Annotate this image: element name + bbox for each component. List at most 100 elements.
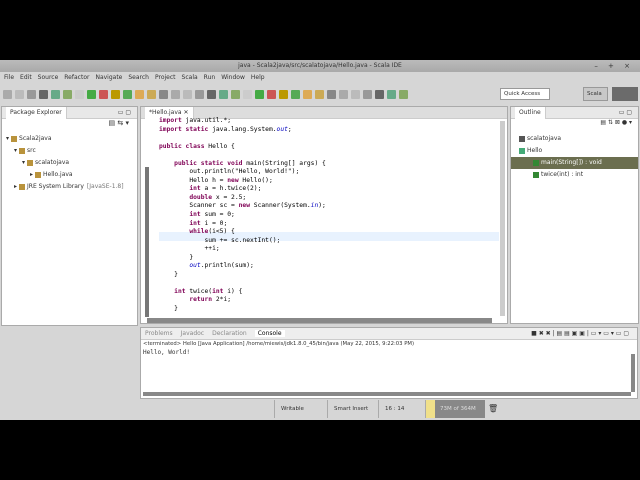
toolbar-button-icon[interactable] [255, 89, 264, 99]
tree-item[interactable]: ▸ JRE System Library [JavaSE-1.8] [6, 181, 137, 193]
minimize-maximize-icons[interactable]: ▭ ▢ [619, 107, 632, 119]
heap-status[interactable]: 73M of 364M [425, 400, 485, 418]
vertical-scrollbar[interactable] [500, 121, 505, 316]
tab-declaration[interactable]: Declaration [212, 330, 247, 337]
outline-toolbar[interactable]: ▤ ⇅ ⊠ ● ▾ [511, 119, 638, 133]
menu-window[interactable]: Window [221, 72, 245, 83]
perspective-java-button[interactable] [612, 87, 638, 101]
minimize-maximize-icons[interactable]: ▭ ▢ [118, 107, 131, 119]
horizontal-scrollbar[interactable] [147, 318, 492, 323]
toolbar-button-icon[interactable] [159, 89, 168, 99]
menu-refactor[interactable]: Refactor [64, 72, 89, 83]
toolbar-button-icon[interactable] [3, 89, 12, 99]
member-icon [533, 171, 539, 178]
code-line: int twice(int i) { [174, 287, 243, 295]
toolbar-button-icon[interactable] [267, 89, 276, 99]
toolbar-button-icon[interactable] [243, 89, 252, 99]
menu-search[interactable]: Search [128, 72, 149, 83]
outline-item-label: scalatojava [527, 135, 562, 142]
trash-icon[interactable]: 🗑 [488, 400, 498, 418]
console-output[interactable]: Hello, World! [141, 349, 637, 356]
toolbar-button-icon[interactable] [351, 89, 360, 99]
toolbar-button-icon[interactable] [123, 89, 132, 99]
toolbar-button-icon[interactable] [171, 89, 180, 99]
code-line: out.println("Hello, World!"); [159, 168, 300, 176]
menu-navigate[interactable]: Navigate [95, 72, 122, 83]
menu-help[interactable]: Help [251, 72, 265, 83]
toolbar-button-icon[interactable] [111, 89, 120, 99]
toolbar-button-icon[interactable] [195, 89, 204, 99]
toolbar-button-icon[interactable] [363, 89, 372, 99]
tab-console[interactable]: Console [254, 330, 285, 337]
explorer-toolbar[interactable]: ▤ ⇆ ▾ [2, 119, 137, 133]
code-text[interactable]: import java.util.*; import static java.la… [159, 117, 326, 314]
menu-project[interactable]: Project [155, 72, 176, 83]
toolbar-button-icon[interactable] [231, 89, 240, 99]
code-line: import static java.lang.System.out; [159, 125, 292, 133]
toolbar-button-icon[interactable] [327, 89, 336, 99]
tree-item[interactable]: ▸ Hello.java [6, 169, 137, 181]
menu-scala[interactable]: Scala [182, 72, 198, 83]
window-controls[interactable]: – + × [594, 60, 634, 72]
outline-item[interactable]: Hello [511, 145, 638, 157]
tab-problems[interactable]: Problems [145, 330, 173, 337]
toolbar-button-icon[interactable] [399, 89, 408, 99]
expand-arrow-icon[interactable]: ▸ [14, 183, 17, 190]
toolbar-button-icon[interactable] [183, 89, 192, 99]
toolbar-button-icon[interactable] [339, 89, 348, 99]
toolbar-button-icon[interactable] [27, 89, 36, 99]
toolbar-button-icon[interactable] [291, 89, 300, 99]
code-line: } [159, 253, 194, 261]
tree-item[interactable]: ▾ Scala2java [6, 133, 137, 145]
eclipse-window: java - Scala2java/src/scalatojava/Hello.… [0, 60, 640, 420]
toolbar-button-icon[interactable] [99, 89, 108, 99]
toolbar-button-icon[interactable] [15, 89, 24, 99]
tab-javadoc[interactable]: Javadoc [181, 330, 204, 337]
toolbar-button-icon[interactable] [315, 89, 324, 99]
console-toolbar[interactable]: ■ ✖ ✖ | ▤ ▤ ▣ ▣ | ▭ ▾ ▭ ▾ ▭ ▢ [531, 328, 629, 340]
editor-ruler [145, 167, 149, 317]
window-title: java - Scala2java/src/scalatojava/Hello.… [238, 62, 402, 69]
toolbar-button-icon[interactable] [135, 89, 144, 99]
outline-tab[interactable]: Outline [515, 107, 546, 119]
toolbar-button-icon[interactable] [87, 89, 96, 99]
toolbar-button-icon[interactable] [51, 89, 60, 99]
quick-access-input[interactable]: Quick Access [500, 88, 550, 100]
menu-edit[interactable]: Edit [20, 72, 32, 83]
toolbar-button-icon[interactable] [207, 89, 216, 99]
expand-arrow-icon[interactable]: ▾ [14, 147, 17, 154]
toolbar-button-icon[interactable] [279, 89, 288, 99]
toolbar-button-icon[interactable] [39, 89, 48, 99]
perspective-scala-button[interactable]: Scala [583, 87, 608, 101]
expand-arrow-icon[interactable]: ▾ [22, 159, 25, 166]
menu-file[interactable]: File [4, 72, 14, 83]
expand-arrow-icon[interactable]: ▸ [30, 171, 33, 178]
code-line: sum += sc.nextInt(); [159, 236, 281, 244]
toolbar-button-icon[interactable] [75, 89, 84, 99]
expand-arrow-icon[interactable]: ▾ [6, 135, 9, 142]
title-bar: java - Scala2java/src/scalatojava/Hello.… [0, 60, 640, 72]
outline-item[interactable]: main(String[]) : void [511, 157, 638, 169]
tree-item-label: JRE System Library [27, 183, 84, 190]
package-explorer: Package Explorer ▭ ▢ ▤ ⇆ ▾ ▾ Scala2java ▾ sr… [1, 106, 138, 326]
toolbar-button-icon[interactable] [63, 89, 72, 99]
console-vscroll[interactable] [631, 354, 635, 392]
console-panel: ■ ✖ ✖ | ▤ ▤ ▣ ▣ | ▭ ▾ ▭ ▾ ▭ ▢ Problems Jav… [140, 327, 638, 399]
menu-run[interactable]: Run [204, 72, 216, 83]
toolbar-button-icon[interactable] [303, 89, 312, 99]
menu-source[interactable]: Source [38, 72, 59, 83]
console-hscroll[interactable] [143, 392, 631, 396]
package-explorer-tab[interactable]: Package Explorer [6, 107, 67, 119]
code-line: double x = 2.5; [189, 193, 247, 201]
tree-item[interactable]: ▾ src [6, 145, 137, 157]
toolbar-button-icon[interactable] [147, 89, 156, 99]
tree-item-label: Scala2java [19, 135, 52, 142]
outline-item[interactable]: twice(int) : int [511, 169, 638, 181]
editor[interactable]: *Hello.java ✕ import java.util.*; import … [140, 106, 508, 324]
tree-item[interactable]: ▾ scalatojava [6, 157, 137, 169]
toolbar-button-icon[interactable] [219, 89, 228, 99]
toolbar-button-icon[interactable] [387, 89, 396, 99]
toolbar-button-icon[interactable] [375, 89, 384, 99]
outline-item[interactable]: scalatojava [511, 133, 638, 145]
